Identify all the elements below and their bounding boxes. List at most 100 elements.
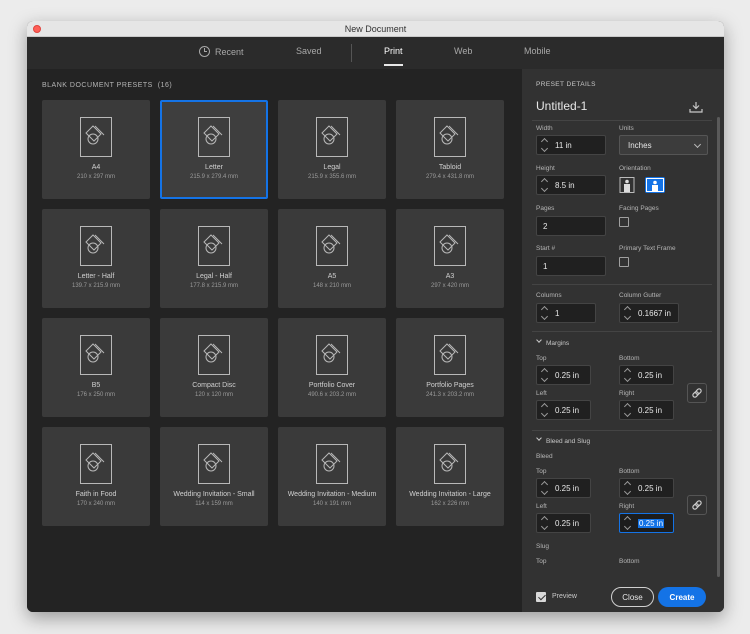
start-field[interactable]: 1 — [536, 256, 606, 276]
width-stepper[interactable] — [541, 139, 549, 151]
units-dropdown[interactable]: Inches — [619, 135, 708, 155]
divider — [532, 331, 712, 332]
preset-card-a5[interactable]: A5 148 x 210 mm — [278, 209, 386, 308]
margin-left-field[interactable]: 0.25 in — [536, 400, 591, 420]
preset-dimensions: 215.9 x 355.6 mm — [307, 174, 357, 180]
preset-card-a3[interactable]: A3 297 x 420 mm — [396, 209, 504, 308]
preset-dimensions: 139.7 x 215.9 mm — [71, 283, 121, 289]
tab-saved[interactable]: Saved — [296, 46, 322, 56]
bleed-bottom-stepper[interactable] — [624, 482, 632, 494]
preset-name: Wedding Invitation - Medium — [287, 491, 377, 498]
primary-text-frame-label: Primary Text Frame — [619, 245, 676, 252]
preview-checkbox[interactable] — [536, 592, 546, 602]
margin-bottom-field[interactable]: 0.25 in — [619, 365, 674, 385]
columns-field[interactable]: 1 — [536, 303, 596, 323]
preset-dimensions: 120 x 120 mm — [194, 392, 234, 398]
tab-web[interactable]: Web — [454, 46, 472, 56]
preset-card-compact-disc[interactable]: Compact Disc 120 x 120 mm — [160, 318, 268, 417]
create-button[interactable]: Create — [658, 587, 706, 607]
landscape-orientation-icon[interactable] — [645, 177, 665, 193]
margin-left-stepper[interactable] — [541, 404, 549, 416]
tab-recent[interactable]: Recent — [199, 46, 244, 57]
tab-divider — [351, 44, 352, 62]
facing-pages-label: Facing Pages — [619, 205, 659, 212]
column-gutter-field[interactable]: 0.1667 in — [619, 303, 679, 323]
bleed-bottom-field[interactable]: 0.25 in — [619, 478, 674, 498]
chevron-down-icon[interactable] — [536, 337, 542, 343]
preset-card-legal-half[interactable]: Legal - Half 177.8 x 215.9 mm — [160, 209, 268, 308]
bleed-right-stepper[interactable] — [624, 517, 632, 529]
link-icon — [692, 388, 702, 398]
preset-card-faith-in-food[interactable]: Faith in Food 170 x 240 mm — [42, 427, 150, 526]
document-preset-icon — [434, 335, 466, 375]
preset-name: Compact Disc — [192, 382, 236, 389]
bleed-left-stepper[interactable] — [541, 517, 549, 529]
margins-link-button[interactable] — [687, 383, 707, 403]
bleed-top-stepper[interactable] — [541, 482, 549, 494]
preset-card-wedding-invitation-large[interactable]: Wedding Invitation - Large 162 x 226 mm — [396, 427, 504, 526]
preset-card-legal[interactable]: Legal 215.9 x 355.6 mm — [278, 100, 386, 199]
save-preset-icon[interactable] — [689, 101, 703, 113]
document-preset-icon — [80, 444, 112, 484]
document-preset-icon — [80, 335, 112, 375]
preset-card-letter[interactable]: Letter 215.9 x 279.4 mm — [160, 100, 268, 199]
margin-top-stepper[interactable] — [541, 369, 549, 381]
width-field[interactable]: 11 in — [536, 135, 606, 155]
chevron-down-icon — [693, 140, 702, 149]
tab-mobile[interactable]: Mobile — [524, 46, 551, 56]
close-button[interactable]: Close — [611, 587, 654, 607]
bleed-left-field[interactable]: 0.25 in — [536, 513, 591, 533]
bleed-left-label: Left — [536, 503, 547, 510]
preset-name: Portfolio Cover — [308, 382, 356, 389]
bleed-top-field[interactable]: 0.25 in — [536, 478, 591, 498]
margin-right-stepper[interactable] — [624, 404, 632, 416]
columns-label: Columns — [536, 292, 562, 299]
window-close-button[interactable] — [33, 25, 41, 33]
preset-card-b5[interactable]: B5 176 x 250 mm — [42, 318, 150, 417]
divider — [532, 284, 712, 285]
margin-top-field[interactable]: 0.25 in — [536, 365, 591, 385]
preset-card-a4[interactable]: A4 210 x 297 mm — [42, 100, 150, 199]
bleed-right-field[interactable]: 0.25 in — [619, 513, 674, 533]
active-tab-indicator — [384, 64, 403, 66]
portrait-orientation-icon[interactable] — [619, 177, 635, 193]
columns-stepper[interactable] — [541, 307, 549, 319]
bleed-sublabel: Bleed — [536, 453, 553, 460]
presets-panel: BLANK DOCUMENT PRESETS (16) A4 210 x 297 … — [27, 69, 522, 612]
preset-card-portfolio-cover[interactable]: Portfolio Cover 490.6 x 203.2 mm — [278, 318, 386, 417]
divider — [532, 430, 712, 431]
pages-field[interactable]: 2 — [536, 216, 606, 236]
bleed-bottom-label: Bottom — [619, 468, 640, 475]
bleed-link-button[interactable] — [687, 495, 707, 515]
document-name[interactable]: Untitled-1 — [536, 99, 587, 113]
document-preset-icon — [198, 335, 230, 375]
gutter-stepper[interactable] — [624, 307, 632, 319]
height-field[interactable]: 8.5 in — [536, 175, 606, 195]
margin-bottom-label: Bottom — [619, 355, 640, 362]
preset-card-wedding-invitation-small[interactable]: Wedding Invitation - Small 114 x 159 mm — [160, 427, 268, 526]
height-stepper[interactable] — [541, 179, 549, 191]
preset-card-tabloid[interactable]: Tabloid 279.4 x 431.8 mm — [396, 100, 504, 199]
document-preset-icon — [434, 444, 466, 484]
preset-card-letter-half[interactable]: Letter - Half 139.7 x 215.9 mm — [42, 209, 150, 308]
facing-pages-checkbox[interactable] — [619, 217, 629, 227]
margin-right-field[interactable]: 0.25 in — [619, 400, 674, 420]
margins-header[interactable]: Margins — [546, 340, 569, 347]
primary-text-frame-checkbox[interactable] — [619, 257, 629, 267]
preset-name: B5 — [91, 382, 101, 389]
document-preset-icon — [198, 117, 230, 157]
details-scrollbar[interactable] — [717, 117, 720, 577]
preset-card-portfolio-pages[interactable]: Portfolio Pages 241.3 x 203.2 mm — [396, 318, 504, 417]
bleed-top-label: Top — [536, 468, 547, 475]
document-preset-icon — [316, 117, 348, 157]
preset-dimensions: 162 x 226 mm — [430, 501, 470, 507]
bleed-slug-header[interactable]: Bleed and Slug — [546, 438, 590, 445]
tab-print[interactable]: Print — [384, 46, 403, 66]
preset-card-wedding-invitation-medium[interactable]: Wedding Invitation - Medium 140 x 191 mm — [278, 427, 386, 526]
preset-name: A4 — [91, 164, 101, 171]
preview-label: Preview — [552, 593, 577, 600]
height-label: Height — [536, 165, 555, 172]
margin-bottom-stepper[interactable] — [624, 369, 632, 381]
margin-top-label: Top — [536, 355, 547, 362]
chevron-down-icon[interactable] — [536, 435, 542, 441]
